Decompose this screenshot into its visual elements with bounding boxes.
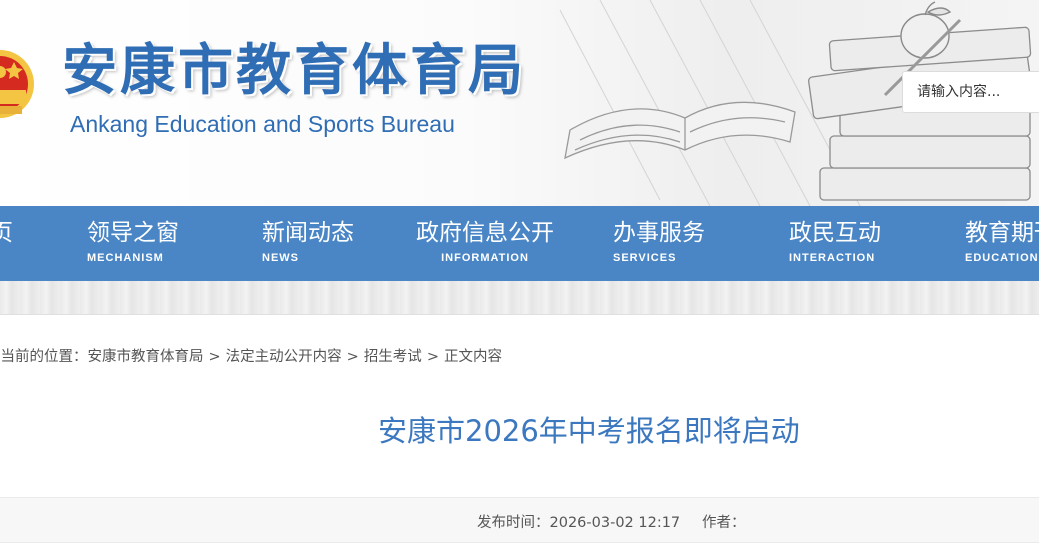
- breadcrumb-prefix: 您当前的位置：: [0, 349, 88, 365]
- breadcrumb-item-current: 正文内容: [443, 349, 502, 365]
- nav-item-sublabel: INFORMATION: [441, 252, 529, 264]
- article-title: 安康市2026年中考报名即将启动: [378, 414, 800, 448]
- nav-item-interaction[interactable]: 政民互动 INTERACTION: [789, 206, 909, 281]
- nav-item-label: 新闻动态: [262, 220, 354, 246]
- nav-item-leadership[interactable]: 领导之窗 MECHANISM: [87, 206, 207, 281]
- decorative-band: [0, 281, 1039, 315]
- nav-item-sublabel: SERVICES: [613, 252, 677, 264]
- main-nav: 页 E 领导之窗 MECHANISM 新闻动态 NEWS 政府信息公开 INFO…: [0, 206, 1039, 281]
- breadcrumb: 您当前的位置：安康市教育体育局>法定主动公开内容>招生考试>正文内容: [0, 345, 502, 366]
- site-header: 安康市教育体育局 Ankang Education and Sports Bur…: [0, 0, 1039, 206]
- breadcrumb-item-home[interactable]: 安康市教育体育局: [88, 349, 204, 365]
- nav-item-education[interactable]: 教育期刊 EDUCATION: [965, 206, 1039, 281]
- nav-item-services[interactable]: 办事服务 SERVICES: [613, 206, 733, 281]
- breadcrumb-item-public-content[interactable]: 法定主动公开内容: [226, 349, 342, 365]
- nav-item-label: 办事服务: [613, 220, 705, 246]
- search-box: [902, 71, 1039, 113]
- breadcrumb-separator: >: [346, 349, 359, 365]
- nav-item-label: 政府信息公开: [416, 220, 554, 246]
- nav-item-label: 页: [0, 220, 13, 246]
- site-subtitle: Ankang Education and Sports Bureau: [70, 111, 455, 137]
- article-meta-bar: 发布时间：2026-03-02 12:17 作者：: [0, 497, 1039, 543]
- breadcrumb-item-exams[interactable]: 招生考试: [364, 349, 422, 365]
- nav-item-label: 领导之窗: [87, 220, 179, 246]
- publish-time: 发布时间：2026-03-02 12:17: [477, 515, 681, 531]
- breadcrumb-separator: >: [208, 349, 221, 365]
- breadcrumb-separator: >: [426, 349, 439, 365]
- search-input[interactable]: [903, 72, 1039, 112]
- site-title: 安康市教育体育局: [62, 37, 527, 102]
- nav-item-sublabel: EDUCATION: [965, 252, 1039, 264]
- nav-item-sublabel: NEWS: [262, 252, 299, 264]
- nav-item-label: 政民互动: [789, 220, 881, 246]
- author-label: 作者：: [702, 515, 746, 531]
- nav-item-label: 教育期刊: [965, 220, 1039, 246]
- national-emblem-icon: [0, 50, 34, 118]
- nav-item-information[interactable]: 政府信息公开 INFORMATION: [410, 206, 560, 281]
- nav-item-news[interactable]: 新闻动态 NEWS: [262, 206, 382, 281]
- nav-item-sublabel: MECHANISM: [87, 252, 164, 264]
- nav-item-sublabel: INTERACTION: [789, 252, 876, 264]
- nav-item-home[interactable]: 页 E: [0, 206, 30, 281]
